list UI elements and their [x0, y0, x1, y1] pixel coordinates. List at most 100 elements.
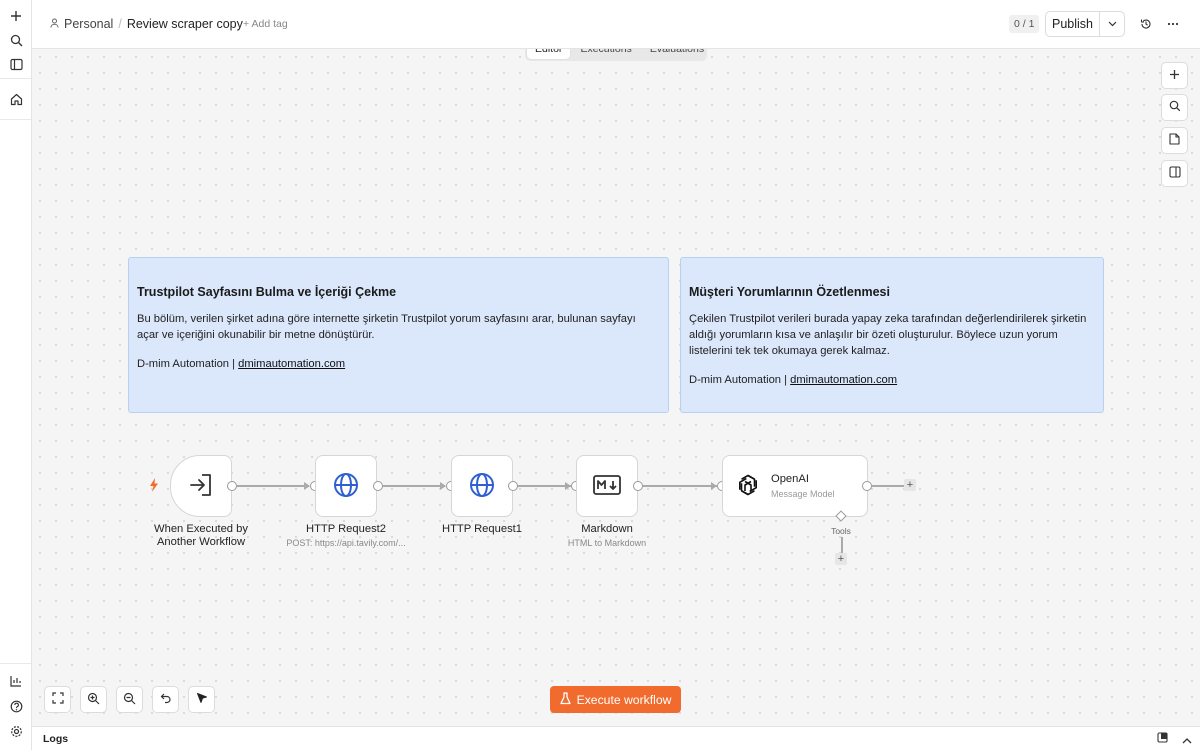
breadcrumb: Personal / Review scraper copy: [50, 17, 243, 31]
note-body: Bu bölüm, verilen şirket adına göre inte…: [137, 313, 636, 341]
globe-icon: [332, 471, 360, 502]
sticky-note[interactable]: Müşteri Yorumlarının Özetlenmesi Çekilen…: [680, 257, 1104, 413]
flask-icon: [559, 691, 571, 708]
node-openai[interactable]: OpenAI Message Model: [722, 455, 868, 517]
undo-button[interactable]: [152, 686, 179, 713]
node-http-request1[interactable]: [451, 455, 513, 517]
node-subtitle: Message Model: [771, 489, 835, 499]
output-handle[interactable]: [633, 481, 643, 491]
node-subtitle: POST: https://api.tavily.com/...: [286, 538, 406, 548]
panel-toggle-icon[interactable]: [6, 54, 26, 74]
node-title: HTTP Request1: [441, 523, 522, 535]
execute-workflow-button[interactable]: Execute workflow: [550, 686, 681, 713]
connection-edge: [872, 485, 904, 487]
sticky-note-icon: [1169, 133, 1180, 148]
help-icon[interactable]: [6, 696, 26, 716]
note-footer-link[interactable]: dmimautomation.com: [790, 374, 897, 386]
node-text: OpenAI Message Model: [771, 473, 835, 499]
view-tabs: Editor Executions Evaluations: [525, 49, 707, 61]
node-http-request2[interactable]: [315, 455, 377, 517]
divider: [0, 663, 31, 664]
top-bar: Personal / Review scraper copy + Add tag…: [32, 0, 1200, 49]
node-title: OpenAI: [771, 473, 809, 485]
insights-chart-icon[interactable]: [6, 671, 26, 691]
globe-icon: [468, 471, 496, 502]
zoom-in-button[interactable]: [80, 686, 107, 713]
undo-icon: [160, 692, 172, 707]
node-title: When Executed by Another Workflow: [154, 523, 248, 548]
fit-view-button[interactable]: [44, 686, 71, 713]
tab-executions[interactable]: Executions: [572, 49, 639, 59]
node-markdown[interactable]: [576, 455, 638, 517]
add-icon[interactable]: [6, 6, 26, 26]
connection-edge[interactable]: [383, 485, 445, 487]
divider: [0, 78, 31, 79]
cursor-tool-button[interactable]: [188, 686, 215, 713]
user-icon: [50, 17, 59, 31]
version-counter: 0 / 1: [1009, 15, 1040, 33]
execute-workflow-label: Execute workflow: [576, 692, 672, 707]
workflow-canvas[interactable]: Editor Executions Evaluations Trustpilot…: [32, 49, 1200, 726]
divider: [0, 119, 31, 120]
note-footer-link[interactable]: dmimautomation.com: [238, 358, 345, 370]
search-icon: [1169, 100, 1181, 115]
note-body: Çekilen Trustpilot verileri burada yapay…: [689, 313, 1087, 357]
output-handle[interactable]: [373, 481, 383, 491]
output-handle[interactable]: [508, 481, 518, 491]
logs-label: Logs: [43, 733, 69, 745]
connection-edge: [841, 537, 843, 553]
output-handle[interactable]: [227, 481, 237, 491]
publish-button-group: Publish: [1045, 11, 1125, 37]
trigger-bolt-icon: [149, 478, 159, 495]
breadcrumb-project[interactable]: Personal: [64, 17, 113, 31]
node-execute-workflow-trigger[interactable]: [170, 455, 232, 517]
note-footer-text: D-mim Automation |: [689, 374, 791, 386]
breadcrumb-separator: /: [118, 17, 122, 31]
zoom-out-button[interactable]: [116, 686, 143, 713]
note-title: Müşteri Yorumlarının Özetlenmesi: [689, 285, 890, 299]
sticky-note[interactable]: Trustpilot Sayfasını Bulma ve İçeriği Çe…: [128, 257, 669, 413]
connection-edge[interactable]: [237, 485, 309, 487]
connection-edge[interactable]: [643, 485, 717, 487]
more-options-icon[interactable]: [1163, 14, 1183, 34]
search-nodes-button[interactable]: [1161, 94, 1188, 121]
cursor-pointer-icon: [196, 692, 208, 708]
chevron-up-icon[interactable]: [1182, 733, 1192, 747]
left-sidebar: [0, 0, 32, 750]
plus-icon: [1169, 69, 1180, 83]
sidebar-panel-icon: [1168, 166, 1181, 181]
workflow-name[interactable]: Review scraper copy: [127, 17, 243, 31]
toggle-panel-button[interactable]: [1161, 160, 1188, 187]
markdown-icon: [593, 474, 621, 498]
publish-button[interactable]: Publish: [1046, 12, 1100, 36]
note-title: Trustpilot Sayfasını Bulma ve İçeriği Çe…: [137, 285, 397, 299]
node-title: Markdown: [581, 523, 633, 535]
home-icon[interactable]: [6, 89, 26, 109]
tools-label: Tools: [831, 526, 851, 536]
fit-view-icon: [51, 692, 64, 707]
add-tag-link[interactable]: + Add tag: [243, 18, 288, 30]
zoom-in-icon: [87, 692, 100, 708]
connection-edge[interactable]: [518, 485, 571, 487]
zoom-out-icon: [123, 692, 136, 708]
add-next-node-button[interactable]: +: [904, 479, 916, 491]
history-icon[interactable]: [1136, 14, 1156, 34]
node-subtitle: HTML to Markdown: [567, 538, 647, 548]
tab-evaluations[interactable]: Evaluations: [642, 49, 712, 59]
sign-in-icon: [188, 472, 214, 501]
openai-icon: [735, 472, 761, 501]
sticky-note-button[interactable]: [1161, 127, 1188, 154]
node-title: HTTP Request2: [305, 523, 386, 535]
note-footer-text: D-mim Automation |: [137, 358, 239, 370]
note-footer: D-mim Automation | dmimautomation.com: [137, 358, 660, 370]
settings-gear-icon[interactable]: [6, 721, 26, 741]
note-footer: D-mim Automation | dmimautomation.com: [689, 374, 1095, 386]
popout-icon[interactable]: [1157, 732, 1168, 746]
add-tool-button[interactable]: +: [835, 553, 847, 565]
tab-editor[interactable]: Editor: [527, 49, 571, 59]
chevron-down-icon[interactable]: [1100, 12, 1124, 36]
output-handle[interactable]: [862, 481, 872, 491]
logs-panel-bar[interactable]: Logs: [32, 726, 1200, 750]
add-node-button[interactable]: [1161, 62, 1188, 89]
search-icon[interactable]: [6, 30, 26, 50]
